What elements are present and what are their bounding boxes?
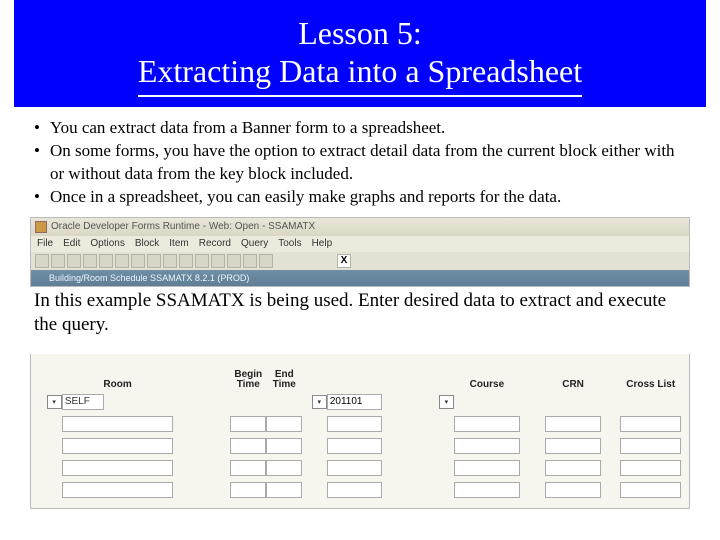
term-value: 201101	[330, 396, 363, 407]
menu-item[interactable]: Query	[241, 238, 268, 249]
grid-row: ▾ SELF ▾ 201101 ▾	[39, 392, 681, 412]
menu-item[interactable]: Tools	[278, 238, 301, 249]
col-header-end: End Time	[266, 370, 302, 390]
end-field[interactable]	[266, 482, 302, 498]
end-field[interactable]	[266, 416, 302, 432]
banner-window-screenshot: Oracle Developer Forms Runtime - Web: Op…	[30, 217, 690, 287]
window-titlebar: Oracle Developer Forms Runtime - Web: Op…	[31, 218, 689, 236]
bullet-list: • You can extract data from a Banner for…	[0, 107, 720, 213]
title-line-1: Lesson 5:	[34, 14, 686, 52]
begin-field[interactable]	[230, 482, 266, 498]
cross-field[interactable]	[620, 460, 681, 476]
toolbar-button[interactable]	[179, 254, 193, 268]
menu-bar: File Edit Options Block Item Record Quer…	[31, 236, 689, 252]
room-field[interactable]	[62, 438, 174, 454]
grid-row	[39, 480, 681, 500]
menu-item[interactable]: Edit	[63, 238, 80, 249]
begin-field[interactable]	[230, 416, 266, 432]
col-header-room: Room	[62, 379, 174, 390]
col-header-cross: Cross List	[620, 379, 681, 390]
course-field[interactable]	[454, 438, 520, 454]
menu-item[interactable]: Help	[312, 238, 333, 249]
toolbar-button[interactable]	[83, 254, 97, 268]
toolbar: X	[31, 252, 689, 270]
bullet-dot-icon: •	[34, 117, 50, 140]
toolbar-button[interactable]	[115, 254, 129, 268]
grid-row	[39, 458, 681, 478]
course-field[interactable]	[454, 482, 520, 498]
col-header-begin: Begin Time	[230, 370, 266, 390]
menu-item[interactable]: Block	[135, 238, 159, 249]
bullet-text: You can extract data from a Banner form …	[50, 117, 686, 140]
course-field[interactable]	[454, 460, 520, 476]
title-band: Lesson 5: Extracting Data into a Spreads…	[14, 0, 706, 107]
toolbar-button[interactable]	[259, 254, 273, 268]
toolbar-button[interactable]	[99, 254, 113, 268]
toolbar-button[interactable]	[227, 254, 241, 268]
room-field[interactable]	[62, 482, 174, 498]
toolbar-button[interactable]	[147, 254, 161, 268]
app-icon	[35, 221, 47, 233]
bullet-text: Once in a spreadsheet, you can easily ma…	[50, 186, 686, 209]
grid-header-row: Room Begin Time End Time Course CRN Cros…	[39, 364, 681, 390]
self-field[interactable]: SELF	[62, 394, 104, 410]
toolbar-button[interactable]	[51, 254, 65, 268]
crn-field[interactable]	[545, 482, 602, 498]
form-title-text: Building/Room Schedule SSAMATX 8.2.1 (PR…	[49, 273, 249, 283]
term-field[interactable]	[327, 460, 382, 476]
bullet-dot-icon: •	[34, 140, 50, 186]
end-field[interactable]	[266, 460, 302, 476]
term-field[interactable]	[327, 438, 382, 454]
crn-field[interactable]	[545, 416, 602, 432]
toolbar-button[interactable]	[211, 254, 225, 268]
room-field[interactable]	[62, 460, 174, 476]
slide: Lesson 5: Extracting Data into a Spreads…	[0, 0, 720, 540]
toolbar-button[interactable]	[163, 254, 177, 268]
col-header-crn: CRN	[545, 379, 602, 390]
bullet-item: • On some forms, you have the option to …	[34, 140, 686, 186]
begin-field[interactable]	[230, 460, 266, 476]
dropdown-icon[interactable]: ▾	[439, 395, 454, 409]
term-field[interactable]	[327, 416, 382, 432]
room-field[interactable]	[62, 416, 174, 432]
col-header-course: Course	[454, 379, 520, 390]
toolbar-button[interactable]	[243, 254, 257, 268]
term-field[interactable]: 201101	[327, 394, 382, 410]
cross-field[interactable]	[620, 416, 681, 432]
toolbar-button[interactable]	[35, 254, 49, 268]
term-field[interactable]	[327, 482, 382, 498]
course-field[interactable]	[454, 416, 520, 432]
dropdown-icon[interactable]: ▾	[47, 395, 62, 409]
menu-item[interactable]: Record	[199, 238, 231, 249]
cross-field[interactable]	[620, 438, 681, 454]
end-field[interactable]	[266, 438, 302, 454]
crn-field[interactable]	[545, 460, 602, 476]
form-grid: Room Begin Time End Time Course CRN Cros…	[30, 354, 690, 509]
menu-item[interactable]: Options	[90, 238, 124, 249]
bullet-dot-icon: •	[34, 186, 50, 209]
title-line-2: Extracting Data into a Spreadsheet	[138, 52, 582, 96]
example-caption: In this example SSAMATX is being used. E…	[0, 287, 720, 346]
crn-field[interactable]	[545, 438, 602, 454]
bullet-text: On some forms, you have the option to ex…	[50, 140, 686, 186]
grid-row	[39, 414, 681, 434]
menu-item[interactable]: File	[37, 238, 53, 249]
toolbar-button[interactable]	[67, 254, 81, 268]
toolbar-button[interactable]	[195, 254, 209, 268]
grid-row	[39, 436, 681, 456]
menu-item[interactable]: Item	[169, 238, 188, 249]
form-title-bar: Building/Room Schedule SSAMATX 8.2.1 (PR…	[31, 270, 689, 286]
toolbar-button[interactable]	[131, 254, 145, 268]
cross-field[interactable]	[620, 482, 681, 498]
close-icon[interactable]: X	[337, 254, 351, 268]
begin-field[interactable]	[230, 438, 266, 454]
window-title: Oracle Developer Forms Runtime - Web: Op…	[51, 221, 315, 232]
bullet-item: • Once in a spreadsheet, you can easily …	[34, 186, 686, 209]
bullet-item: • You can extract data from a Banner for…	[34, 117, 686, 140]
dropdown-icon[interactable]: ▾	[312, 395, 327, 409]
